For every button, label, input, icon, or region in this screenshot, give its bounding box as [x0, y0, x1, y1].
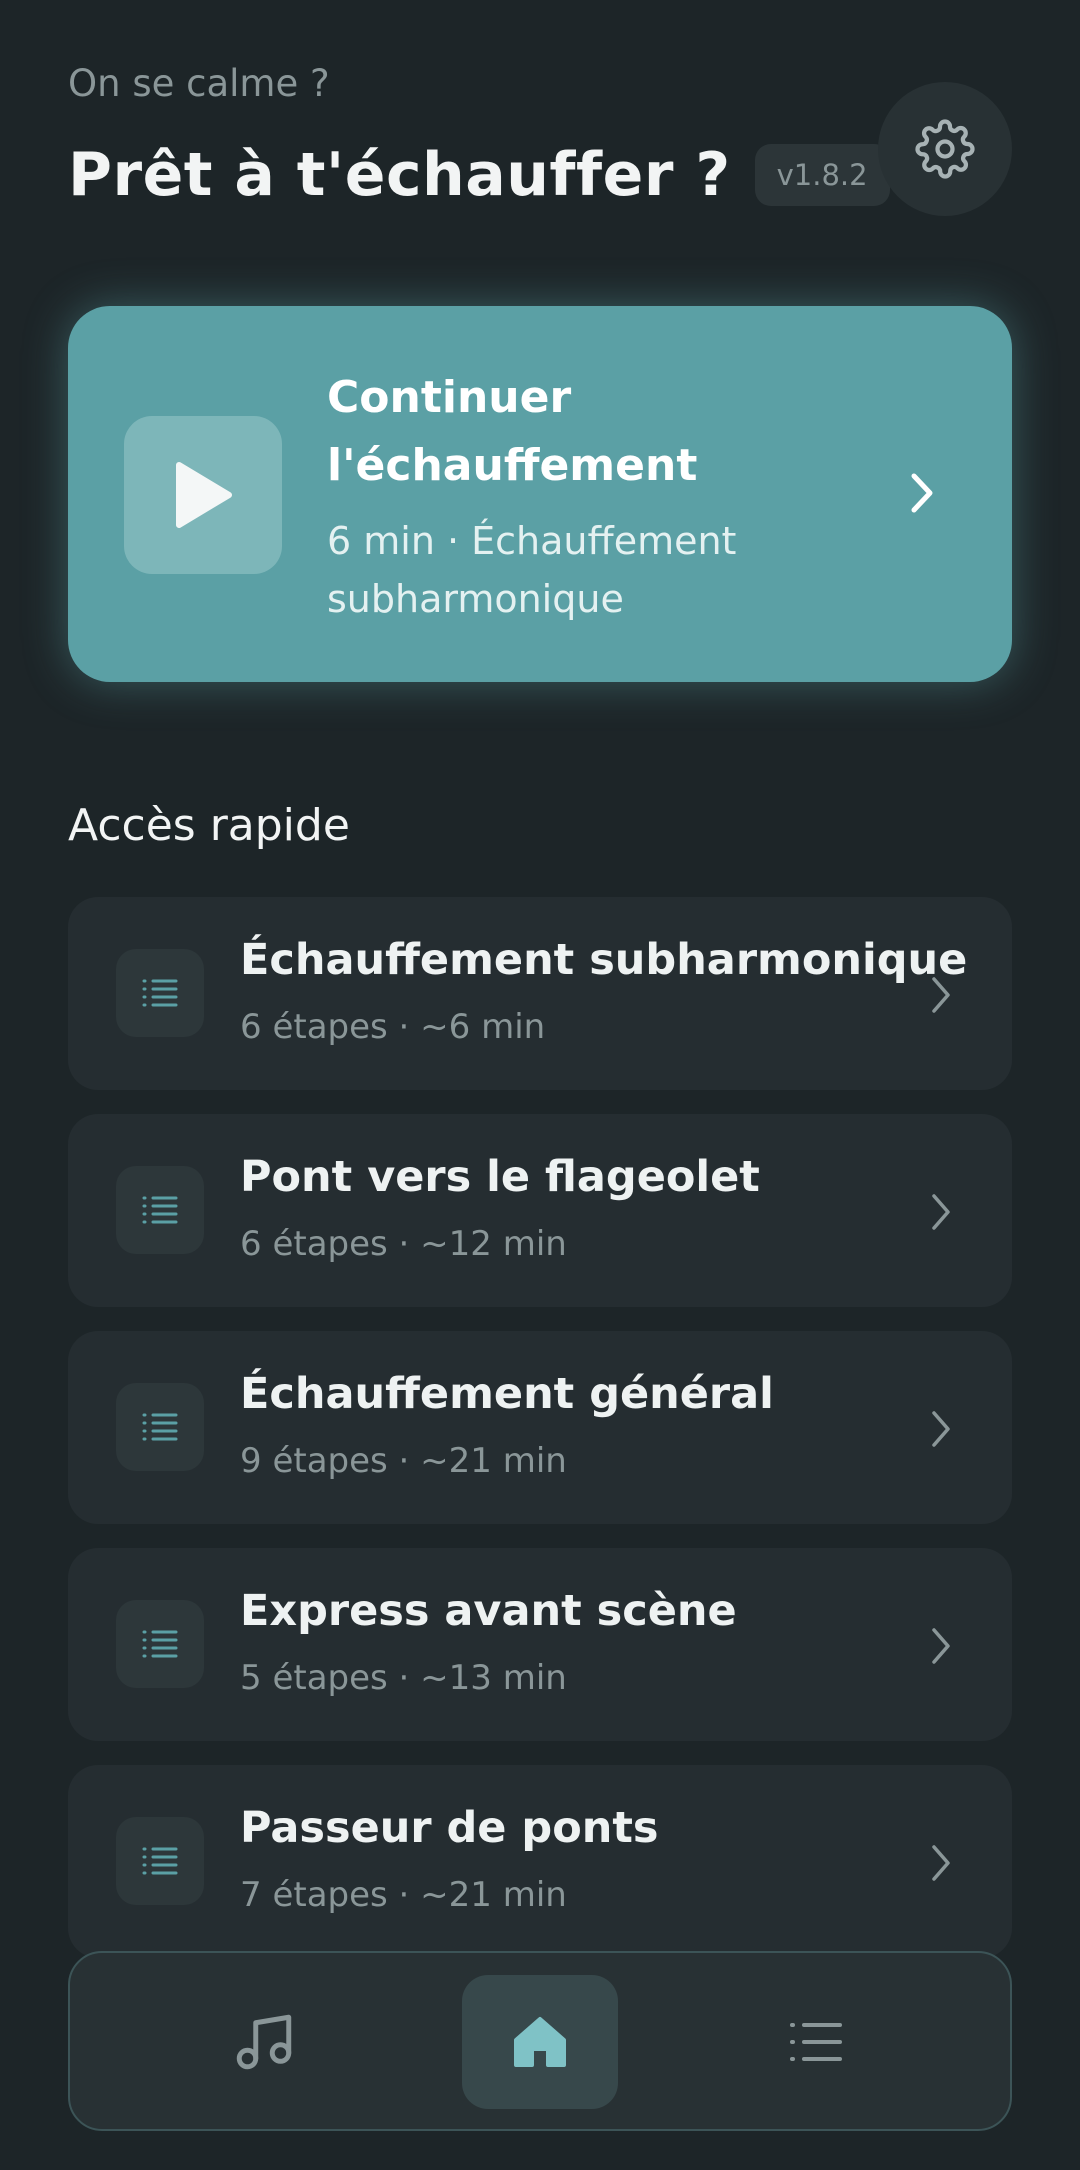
- chevron-right-icon: [932, 1628, 950, 1664]
- quick-access-item[interactable]: Échauffement général 9 étapes · ~21 min: [68, 1331, 1012, 1524]
- chevron-right-icon: [932, 1194, 950, 1230]
- card-icon-tile: [116, 949, 204, 1037]
- card-meta: 9 étapes · ~21 min: [240, 1441, 567, 1481]
- gear-icon: [915, 119, 975, 179]
- list-icon: [142, 1847, 178, 1875]
- card-meta: 5 étapes · ~13 min: [240, 1658, 567, 1698]
- card-icon-tile: [116, 1166, 204, 1254]
- list-icon: [790, 2023, 842, 2061]
- chevron-right-icon: [932, 1411, 950, 1447]
- card-icon-tile: [116, 1600, 204, 1688]
- card-title: Échauffement subharmonique: [240, 935, 968, 985]
- nav-list[interactable]: [738, 1975, 894, 2109]
- quick-access-item[interactable]: Pont vers le flageolet 6 étapes · ~12 mi…: [68, 1114, 1012, 1307]
- quick-access-item[interactable]: Express avant scène 5 étapes · ~13 min: [68, 1548, 1012, 1741]
- chevron-right-icon: [911, 473, 933, 513]
- nav-music[interactable]: [186, 1975, 342, 2109]
- card-meta: 6 étapes · ~12 min: [240, 1224, 567, 1264]
- continue-warmup-card[interactable]: Continuer l'échauffement 6 min · Échauff…: [68, 306, 1012, 682]
- list-icon: [142, 1413, 178, 1441]
- hero-play-tile: [124, 416, 282, 574]
- list-icon: [142, 1630, 178, 1658]
- home-icon: [514, 2017, 566, 2067]
- hero-title: Continuer l'échauffement: [327, 372, 698, 491]
- play-icon: [176, 462, 232, 528]
- subtitle: On se calme ?: [68, 62, 330, 105]
- card-title: Passeur de ponts: [240, 1803, 659, 1853]
- page-title: Prêt à t'échauffer ?: [68, 140, 731, 210]
- version-badge: v1.8.2: [754, 144, 890, 206]
- card-title: Échauffement général: [240, 1369, 774, 1419]
- chevron-right-icon: [932, 1845, 950, 1881]
- card-meta: 7 étapes · ~21 min: [240, 1875, 567, 1915]
- card-title: Express avant scène: [240, 1586, 737, 1636]
- hero-subtitle: 6 min · Échauffement subharmonique: [327, 519, 737, 621]
- card-title: Pont vers le flageolet: [240, 1152, 760, 1202]
- quick-access-list: Échauffement subharmonique 6 étapes · ~6…: [68, 897, 1012, 1982]
- section-title-quick-access: Accès rapide: [68, 800, 350, 851]
- quick-access-item[interactable]: Passeur de ponts 7 étapes · ~21 min: [68, 1765, 1012, 1958]
- bottom-nav: [68, 1951, 1012, 2131]
- title-row: Prêt à t'échauffer ? v1.8.2: [68, 140, 890, 210]
- card-icon-tile: [116, 1817, 204, 1905]
- card-meta: 6 étapes · ~6 min: [240, 1007, 546, 1047]
- list-icon: [142, 979, 178, 1007]
- settings-button[interactable]: [878, 82, 1012, 216]
- quick-access-item[interactable]: Échauffement subharmonique 6 étapes · ~6…: [68, 897, 1012, 1090]
- card-icon-tile: [116, 1383, 204, 1471]
- nav-home[interactable]: [462, 1975, 618, 2109]
- chevron-right-icon: [932, 977, 950, 1013]
- list-icon: [142, 1196, 178, 1224]
- music-note-icon: [236, 2014, 292, 2070]
